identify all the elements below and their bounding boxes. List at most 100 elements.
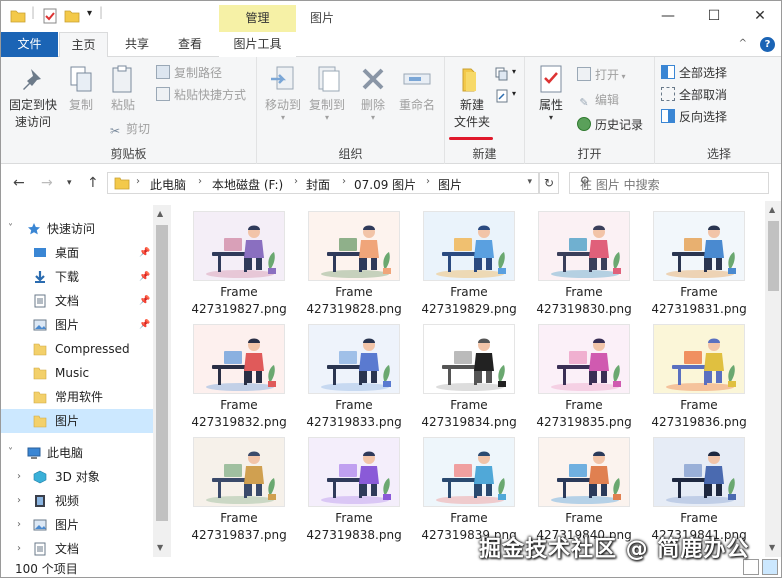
- file-item[interactable]: Frame 427319836.png: [645, 314, 749, 429]
- new-item-dropdown-icon[interactable]: ▾: [512, 67, 516, 76]
- nav-downloads[interactable]: 下载 📌: [1, 265, 153, 289]
- tab-file[interactable]: 文件: [1, 32, 58, 57]
- nav-compressed[interactable]: Compressed: [1, 337, 153, 361]
- scroll-up-icon[interactable]: ▲: [157, 209, 163, 218]
- file-item[interactable]: Frame 427319829.png: [415, 201, 519, 316]
- nav-this-pc[interactable]: ˅ 此电脑: [1, 441, 153, 465]
- nav-quick-access[interactable]: ˅ 快速访问: [1, 217, 153, 241]
- edit-button[interactable]: ✎ 编辑: [577, 90, 619, 110]
- new-item-icon[interactable]: [495, 67, 511, 81]
- chevron-right-icon[interactable]: ›: [17, 513, 21, 537]
- nav-3d-objects[interactable]: › 3D 对象: [1, 465, 153, 489]
- properties-check-icon[interactable]: [41, 7, 59, 25]
- content-scrollbar-thumb[interactable]: [768, 221, 779, 291]
- delete-button[interactable]: 删除 ▾: [355, 63, 391, 122]
- easy-access-dropdown-icon[interactable]: ▾: [512, 89, 516, 98]
- help-icon[interactable]: ?: [760, 37, 775, 52]
- rename-button[interactable]: 重命名: [395, 63, 439, 114]
- large-icons-view-icon[interactable]: [762, 559, 778, 575]
- image-thumbnail[interactable]: [308, 324, 400, 394]
- qa-dropdown-icon[interactable]: ▾: [87, 8, 92, 19]
- close-button[interactable]: ✕: [737, 1, 781, 32]
- chevron-down-icon[interactable]: ˅: [8, 217, 13, 241]
- file-item[interactable]: Frame 427319838.png: [300, 427, 404, 542]
- nav-pictures-current[interactable]: 图片: [1, 409, 153, 433]
- address-dropdown-icon[interactable]: ▾: [527, 177, 532, 187]
- maximize-button[interactable]: ☐: [691, 1, 737, 32]
- file-item[interactable]: Frame 427319841.png: [645, 427, 749, 542]
- image-thumbnail[interactable]: [538, 437, 630, 507]
- folder-icon[interactable]: [9, 7, 27, 25]
- content-scrollbar[interactable]: ▲ ▼: [765, 201, 781, 557]
- open-button[interactable]: 打开 ▾: [577, 65, 626, 85]
- nav-pc-pictures[interactable]: › 图片: [1, 513, 153, 537]
- image-thumbnail[interactable]: [193, 324, 285, 394]
- nav-music[interactable]: Music: [1, 361, 153, 385]
- file-item[interactable]: Frame 427319831.png: [645, 201, 749, 316]
- invert-selection-button[interactable]: 反向选择: [661, 107, 727, 127]
- pin-icon[interactable]: 📌: [139, 241, 150, 265]
- chevron-up-icon[interactable]: ^: [739, 38, 747, 49]
- nav-pc-documents[interactable]: › 文档: [1, 537, 153, 557]
- chevron-right-icon[interactable]: ›: [17, 465, 21, 489]
- new-folder-icon[interactable]: [63, 7, 81, 25]
- image-thumbnail[interactable]: [653, 437, 745, 507]
- recent-locations-dropdown-icon[interactable]: ▾: [67, 178, 72, 188]
- context-tab-manage[interactable]: 管理: [219, 5, 296, 32]
- cut-button[interactable]: ✂ 剪切: [108, 119, 150, 139]
- image-thumbnail[interactable]: [308, 211, 400, 281]
- nav-scrollbar[interactable]: ▲ ▼: [153, 205, 171, 557]
- refresh-button[interactable]: ↻: [539, 172, 559, 194]
- new-folder-button[interactable]: 新建 文件夹: [449, 63, 495, 131]
- file-item[interactable]: Frame 427319828.png: [300, 201, 404, 316]
- copy-path-button[interactable]: 复制路径: [156, 63, 222, 83]
- image-thumbnail[interactable]: [538, 324, 630, 394]
- breadcrumb-0709[interactable]: 07.09 图片: [354, 176, 416, 193]
- nav-pictures-pinned[interactable]: 图片 📌: [1, 313, 153, 337]
- pin-icon[interactable]: 📌: [139, 289, 150, 313]
- chevron-down-icon[interactable]: ˅: [8, 441, 13, 465]
- copy-button[interactable]: 复制: [63, 63, 99, 114]
- pin-quick-access-button[interactable]: 固定到快 速访问: [7, 63, 59, 131]
- scroll-down-icon[interactable]: ▼: [157, 543, 163, 552]
- chevron-right-icon[interactable]: ›: [17, 537, 21, 557]
- properties-button[interactable]: 属性 ▾: [531, 63, 571, 122]
- nav-videos[interactable]: › 视频: [1, 489, 153, 513]
- file-item[interactable]: Frame 427319837.png: [185, 427, 289, 542]
- tab-home[interactable]: 主页: [59, 32, 108, 58]
- tab-picture-tools[interactable]: 图片工具: [219, 32, 296, 57]
- address-bar[interactable]: › 此电脑 › 本地磁盘 (F:) › 封面 › 07.09 图片 › 图片 ▾: [107, 172, 539, 194]
- copy-to-button[interactable]: 复制到 ▾: [305, 63, 349, 122]
- breadcrumb-this-pc[interactable]: 此电脑: [150, 176, 186, 193]
- nav-scrollbar-thumb[interactable]: [156, 225, 168, 521]
- move-to-button[interactable]: 移动到 ▾: [261, 63, 305, 122]
- image-thumbnail[interactable]: [653, 211, 745, 281]
- file-item[interactable]: Frame 427319839.png: [415, 427, 519, 542]
- file-item[interactable]: Frame 427319830.png: [530, 201, 634, 316]
- breadcrumb-pictures[interactable]: 图片: [438, 176, 462, 193]
- up-arrow-icon[interactable]: ↑: [87, 175, 99, 191]
- file-item[interactable]: Frame 427319833.png: [300, 314, 404, 429]
- file-item[interactable]: Frame 427319834.png: [415, 314, 519, 429]
- select-none-button[interactable]: 全部取消: [661, 85, 727, 105]
- paste-shortcut-button[interactable]: 粘贴快捷方式: [156, 85, 246, 105]
- image-thumbnail[interactable]: [193, 211, 285, 281]
- breadcrumb-drive[interactable]: 本地磁盘 (F:): [212, 176, 283, 193]
- easy-access-icon[interactable]: [495, 89, 511, 103]
- nav-documents[interactable]: 文档 📌: [1, 289, 153, 313]
- paste-button[interactable]: 粘贴: [103, 63, 143, 114]
- file-item[interactable]: Frame 427319832.png: [185, 314, 289, 429]
- chevron-right-icon[interactable]: ›: [17, 489, 21, 513]
- image-thumbnail[interactable]: [423, 324, 515, 394]
- file-item[interactable]: Frame 427319840.png: [530, 427, 634, 542]
- forward-arrow-icon[interactable]: →: [41, 175, 53, 191]
- pin-icon[interactable]: 📌: [139, 265, 150, 289]
- image-thumbnail[interactable]: [653, 324, 745, 394]
- pin-icon[interactable]: 📌: [139, 313, 150, 337]
- nav-common-software[interactable]: 常用软件: [1, 385, 153, 409]
- tab-share[interactable]: 共享: [113, 32, 161, 57]
- scroll-up-icon[interactable]: ▲: [769, 205, 775, 214]
- file-item[interactable]: Frame 427319835.png: [530, 314, 634, 429]
- breadcrumb-cover[interactable]: 封面: [306, 176, 330, 193]
- image-thumbnail[interactable]: [538, 211, 630, 281]
